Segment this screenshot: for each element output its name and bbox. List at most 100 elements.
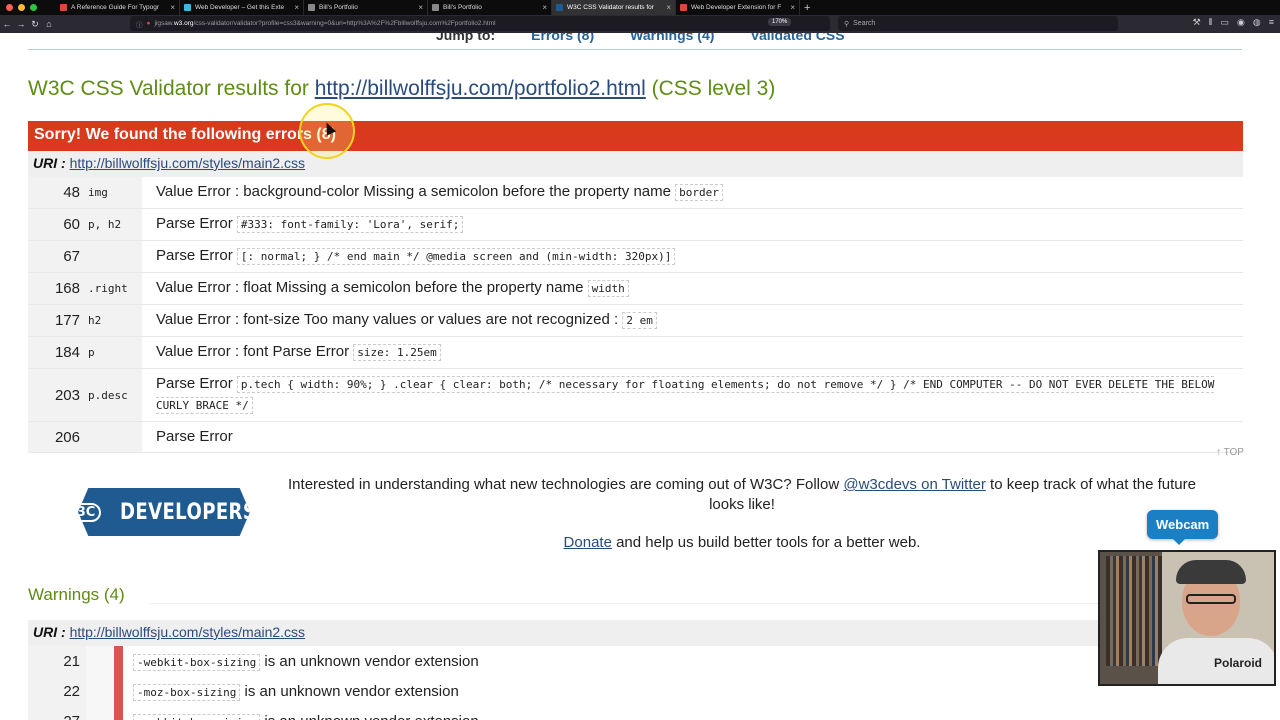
warning-marker xyxy=(114,646,123,676)
search-input[interactable]: ⚲ Search xyxy=(838,16,1118,31)
close-window-button[interactable] xyxy=(6,4,13,11)
line-number: 22 xyxy=(28,676,86,706)
account-icon[interactable]: ◉ xyxy=(1237,17,1245,28)
webcam-video: Polaroid xyxy=(1098,550,1276,686)
tab-3[interactable]: Bill's Portfolio × xyxy=(428,0,552,15)
sidebar-icon[interactable]: ▭ xyxy=(1221,17,1230,28)
error-message-cell: Parse Error [: normal; } /* end main */ … xyxy=(142,240,1243,273)
browser-tab-bar: A Reference Guide For Typogr × Web Develop… xyxy=(0,0,1280,15)
forward-arrow-icon[interactable]: → xyxy=(14,19,28,29)
error-code: p.tech { width: 90%; } .clear { clear: b… xyxy=(156,376,1215,414)
person-cap xyxy=(1176,560,1246,584)
shirt-logo: Polaroid xyxy=(1214,656,1263,670)
warning-code: -moz-box-sizing xyxy=(133,683,241,701)
twitter-link[interactable]: @w3cdevs on Twitter xyxy=(843,476,986,493)
donate-link[interactable]: Donate xyxy=(564,534,612,551)
error-context: p xyxy=(86,336,142,369)
results-url-link[interactable]: http://billwolffsju.com/portfolio2.html xyxy=(315,77,646,100)
favicon-icon xyxy=(432,4,439,11)
line-number: 27 xyxy=(28,706,86,720)
tab-close-icon[interactable]: × xyxy=(170,3,175,12)
tab-2[interactable]: Bill's Portfolio × xyxy=(304,0,428,15)
results-title-suffix: (CSS level 3) xyxy=(645,77,776,100)
error-message: Parse Error xyxy=(156,428,233,445)
donate-text-rest: and help us build better tools for a bet… xyxy=(611,534,921,551)
tab-close-icon[interactable]: × xyxy=(790,3,795,12)
uri-label: URI : xyxy=(33,155,66,171)
error-row: 177 h2 Value Error : font-size Too many va… xyxy=(28,304,1243,337)
developers-logo-text: DEVELOPERS xyxy=(120,499,257,525)
webcam-label: Webcam xyxy=(1147,510,1219,545)
warning-message-cell: -webkit-box-sizing is an unknown vendor … xyxy=(123,646,1243,676)
donate-text: Donate and help us build better tools fo… xyxy=(278,534,1206,551)
line-number: 67 xyxy=(28,240,86,273)
warning-code: -webkit-box-sizing xyxy=(133,653,261,671)
reload-icon[interactable]: ↻ xyxy=(28,19,42,30)
error-message: Value Error : background-color Missing a… xyxy=(156,183,671,200)
tab-close-icon[interactable]: × xyxy=(666,3,671,12)
error-row: 203 p.desc Parse Error p.tech { width: 90%… xyxy=(28,368,1243,422)
menu-icon[interactable]: ≡ xyxy=(1269,17,1274,28)
wrench-icon[interactable]: ⚒ xyxy=(1193,17,1201,28)
error-message: Parse Error xyxy=(156,247,233,264)
line-number: 184 xyxy=(28,336,86,369)
error-message-cell: Parse Error #333: font-family: 'Lora', s… xyxy=(142,208,1243,241)
tab-0[interactable]: A Reference Guide For Typogr × xyxy=(56,0,180,15)
tab-close-icon[interactable]: × xyxy=(542,3,547,12)
page-content: Jump to: Errors (8) Warnings (4) Validat… xyxy=(0,33,1280,720)
error-code: #333: font-family: 'Lora', serif; xyxy=(236,216,464,233)
url-host: w3.org xyxy=(173,20,194,27)
error-row: 206 Parse Error xyxy=(28,421,1243,453)
promo-text-before: Interested in understanding what new tec… xyxy=(288,476,844,493)
tab-1[interactable]: Web Developer – Get this Exte × xyxy=(180,0,304,15)
error-context: p, h2 xyxy=(86,208,142,241)
line-number: 168 xyxy=(28,272,86,305)
warning-context xyxy=(86,646,114,676)
back-arrow-icon[interactable]: ← xyxy=(0,19,14,29)
bookshelf xyxy=(1106,556,1162,666)
tab-close-icon[interactable]: × xyxy=(418,3,423,12)
error-code: size: 1.25em xyxy=(353,344,441,361)
top-link[interactable]: ↑ TOP xyxy=(1216,447,1244,458)
warning-message: is an unknown vendor extension xyxy=(240,682,459,700)
results-title-prefix: W3C CSS Validator results for xyxy=(28,77,315,100)
tab-title: Web Developer Extension for F xyxy=(691,4,782,11)
error-context: .right xyxy=(86,272,142,305)
jump-warnings-link[interactable]: Warnings (4) xyxy=(630,33,714,43)
extension-icon[interactable]: ◍ xyxy=(1253,17,1261,28)
maximize-window-button[interactable] xyxy=(30,4,37,11)
errors-uri-link[interactable]: http://billwolffsju.com/styles/main2.css xyxy=(70,155,306,171)
w3c-developers-logo[interactable]: W3C DEVELOPERS xyxy=(78,488,250,536)
person-glasses xyxy=(1186,594,1236,604)
error-message: Value Error : font Parse Error xyxy=(156,343,350,360)
warnings-table: 21 -webkit-box-sizing is an unknown vendo… xyxy=(28,646,1243,720)
tab-4[interactable]: W3C CSS Validator results for × xyxy=(552,0,676,15)
error-message: Parse Error xyxy=(156,375,233,392)
warning-row: 22 -moz-box-sizing is an unknown vendor e… xyxy=(28,676,1243,706)
tab-title: Bill's Portfolio xyxy=(443,4,482,11)
favicon-icon xyxy=(60,4,67,11)
errors-heading: Sorry! We found the following errors (8) xyxy=(28,121,1243,151)
warnings-uri-link[interactable]: http://billwolffsju.com/styles/main2.css xyxy=(70,624,306,640)
error-message: Value Error : float Missing a semicolon … xyxy=(156,279,584,296)
warning-context xyxy=(86,676,114,706)
address-bar[interactable]: ⓘ ● jigsaw.w3.org/css-validator/validato… xyxy=(130,16,830,31)
library-icon[interactable]: ⫴ xyxy=(1209,17,1213,28)
info-icon: ⓘ xyxy=(136,21,143,29)
line-number: 206 xyxy=(28,421,86,453)
tab-5[interactable]: Web Developer Extension for F × xyxy=(676,0,800,15)
error-context: img xyxy=(86,177,142,209)
zoom-level-button[interactable]: 170% xyxy=(768,18,792,26)
error-row: 60 p, h2 Parse Error #333: font-family: 'L… xyxy=(28,208,1243,241)
minimize-window-button[interactable] xyxy=(18,4,25,11)
jump-to-label: Jump to: xyxy=(436,33,496,43)
jump-validated-link[interactable]: Validated CSS xyxy=(750,33,844,43)
line-number: 60 xyxy=(28,208,86,241)
tab-close-icon[interactable]: × xyxy=(294,3,299,12)
tab-title: W3C CSS Validator results for xyxy=(567,4,654,11)
search-icon: ⚲ xyxy=(844,20,850,28)
jump-errors-link[interactable]: Errors (8) xyxy=(531,33,594,43)
url-prefix: jigsaw. xyxy=(154,20,174,27)
home-icon[interactable]: ⌂ xyxy=(42,19,56,29)
new-tab-button[interactable]: + xyxy=(800,2,810,14)
